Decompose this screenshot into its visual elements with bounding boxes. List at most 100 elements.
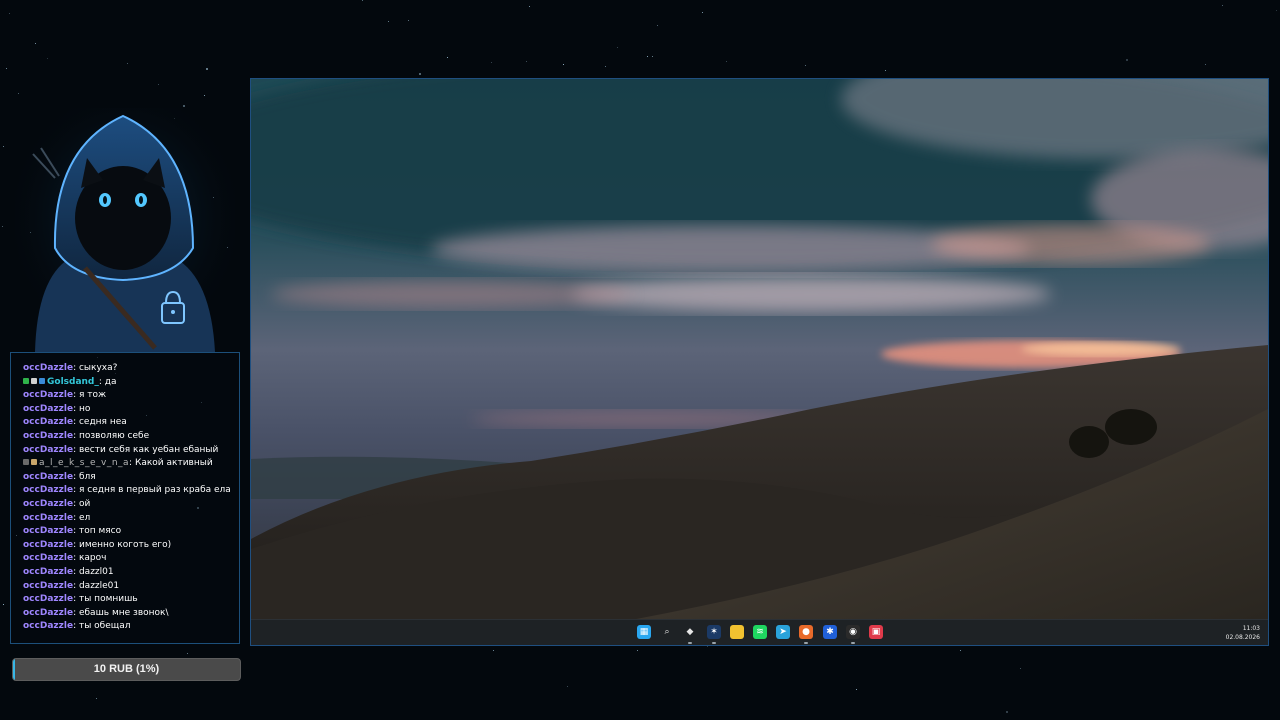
chat-message: occDazzle: топ мясо [23,525,239,539]
star [707,646,708,647]
chat-badge-icon [23,377,29,384]
chat-badge-icon [39,377,45,384]
star [6,68,7,69]
star [647,56,648,57]
chat-username[interactable]: occDazzle [23,608,73,618]
chat-text: топ мясо [78,526,122,537]
chat-message: occDazzle: ел [23,512,239,526]
chat-username[interactable]: occDazzle [23,445,73,455]
chat-message: occDazzle: именно коготь его) [23,539,239,553]
chat-panel: occDazzle: сыкуха? Golsdand_: да occDazzle… [10,352,240,644]
chat-message: occDazzle: ты обещал [23,620,239,634]
chat-username[interactable]: occDazzle [23,499,73,509]
star [187,653,188,654]
star [1020,668,1021,669]
star [204,95,205,96]
chat-message: occDazzle: сыкуха? [23,362,239,376]
chat-username[interactable]: occDazzle [23,581,73,591]
app-dev-icon[interactable]: ✶ [707,625,721,639]
star [47,58,48,59]
star [960,650,961,651]
star [18,93,19,94]
chat-text: я седня в первый раз краба ела [78,485,231,496]
chat-text: позволяю себе [78,430,150,441]
chat-message: occDazzle: кароч [23,552,239,566]
chat-username[interactable]: occDazzle [23,390,73,400]
chat-username[interactable]: occDazzle [23,621,73,631]
star [2,226,3,227]
firefox-icon[interactable]: ● [799,625,813,639]
chat-username[interactable]: occDazzle [23,363,73,373]
star [885,70,886,71]
chat-username[interactable]: occDazzle [23,472,73,482]
screen-capture: ▦ ⌕ ◆ ✶ ≋ ➤ ● ✱ ◉ ▣ 11:03 02.08.2026 [250,78,1269,646]
donation-goal-label: 10 RUB (1%) [93,663,160,675]
chat-text: ой [78,498,91,509]
chat-text: dazzl01 [78,566,114,577]
chat-username[interactable]: occDazzle [23,567,73,577]
clock-date: 02.08.2026 [1225,634,1260,641]
chat-message: occDazzle: dazzl01 [23,566,239,580]
chat-text: ебашь мне звонок\ [78,607,169,618]
desktop-wallpaper [251,79,1268,620]
star [1222,5,1223,6]
system-tray-clock[interactable]: 11:03 02.08.2026 [1226,624,1260,642]
chat-username[interactable]: occDazzle [23,404,73,414]
chat-username[interactable]: occDazzle [23,417,73,427]
streamer-avatar [15,108,235,352]
star [158,84,159,85]
start-icon[interactable]: ▦ [637,625,651,639]
star [702,12,703,13]
chat-username[interactable]: occDazzle [23,553,73,563]
chat-username[interactable]: occDazzle [23,513,73,523]
star [3,146,4,147]
chat-message: occDazzle: ты помнишь [23,593,239,607]
chat-message: a_l_e_k_s_e_v_n_a: Какой активный [23,457,239,471]
chat-message: occDazzle: бля [23,471,239,485]
chat-username[interactable]: occDazzle [23,594,73,604]
telegram-icon[interactable]: ➤ [776,625,790,639]
chat-text: бля [78,471,96,482]
search-icon[interactable]: ⌕ [660,625,674,639]
chat-text: Какой активный [134,458,213,469]
star [491,62,492,63]
star [96,698,97,699]
chat-badge-icon [23,459,29,466]
chat-message: occDazzle: позволяю себе [23,430,239,444]
app-diamond-icon[interactable]: ◆ [683,625,697,639]
chat-username[interactable]: occDazzle [23,431,73,441]
chat-message: occDazzle: ой [23,498,239,512]
star [563,64,564,65]
star [567,686,568,687]
star [529,6,530,7]
spotify-icon[interactable]: ≋ [753,625,767,639]
clock-time: 11:03 [1242,625,1260,632]
file-explorer-icon[interactable] [730,625,744,639]
star [856,689,857,690]
chat-text: вести себя как уебан ебаный [78,444,219,455]
star [408,20,409,21]
chat-username[interactable]: occDazzle [23,485,73,495]
chat-badge-icon [31,377,37,384]
chat-text: ты помнишь [78,594,138,605]
chat-username[interactable]: occDazzle [23,526,73,536]
star [447,57,448,58]
star [1276,10,1277,11]
star [652,56,653,57]
star [1006,711,1008,713]
chat-message: occDazzle: я тож [23,389,239,403]
chat-username[interactable]: Golsdand_ [47,377,99,387]
obs-icon[interactable]: ◉ [846,625,860,639]
star [388,21,389,22]
red-app-icon[interactable]: ▣ [869,625,883,639]
chat-badge-icon [31,459,37,466]
chat-username[interactable]: a_l_e_k_s_e_v_n_a [39,458,129,468]
star [35,43,36,44]
star [657,25,658,26]
star [183,105,185,107]
chat-message: occDazzle: вести себя как уебан ебаный [23,444,239,458]
chat-message: occDazzle: седня неа [23,416,239,430]
chat-username[interactable]: occDazzle [23,540,73,550]
snowflake-app-icon[interactable]: ✱ [823,625,837,639]
chat-message: occDazzle: я седня в первый раз краба ел… [23,484,239,498]
